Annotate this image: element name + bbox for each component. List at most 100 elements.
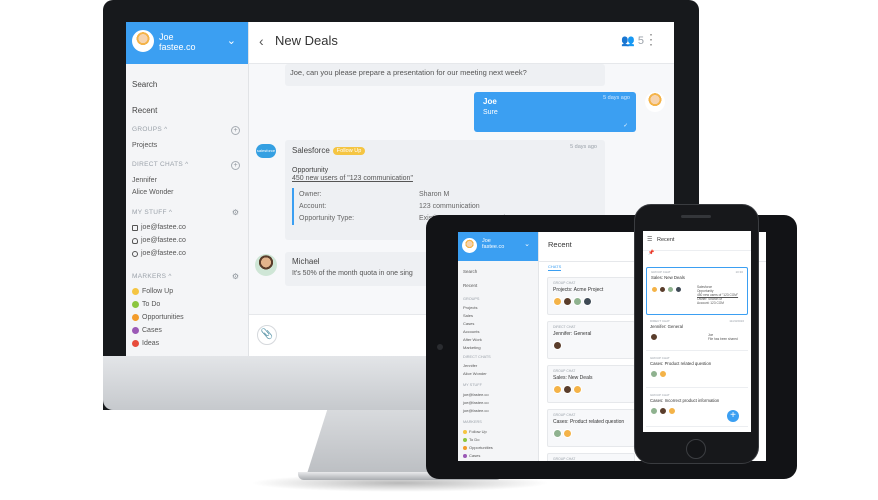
marker-dot-icon bbox=[132, 327, 139, 334]
menu-icon[interactable]: ☰ bbox=[647, 236, 652, 243]
attachment-icon[interactable]: 📎 bbox=[257, 325, 277, 345]
avatar bbox=[675, 286, 682, 293]
chat-time: 11/23/2016 bbox=[729, 319, 744, 323]
account-field: Account: 123 COM bbox=[697, 301, 724, 305]
tablet-user-header[interactable]: Joe fastee.co ⌄ bbox=[458, 232, 538, 261]
avatar bbox=[553, 429, 562, 438]
chat-type: GROUP CHAT bbox=[651, 270, 671, 274]
avatar bbox=[650, 370, 658, 378]
participant-avatars bbox=[650, 333, 658, 341]
sidebar-item-group[interactable]: Cases bbox=[463, 321, 474, 326]
apple-logo-icon bbox=[389, 366, 411, 392]
chat-type: GROUP CHAT bbox=[553, 457, 576, 461]
follow-up-badge[interactable]: Follow Up bbox=[332, 146, 366, 155]
chat-card[interactable]: GROUP CHAT Projects: Acme Project bbox=[547, 277, 635, 315]
avatar bbox=[563, 429, 572, 438]
opportunity-title: Opportunity bbox=[292, 167, 329, 174]
sidebar-item-email[interactable]: joe@fastee.co bbox=[463, 392, 489, 397]
sidebar-item-recent[interactable]: Recent bbox=[132, 106, 157, 115]
chat-card-selected[interactable]: GROUP CHAT 10:30 Sales: New Deals Salesf… bbox=[646, 267, 748, 315]
marker-to-do[interactable]: To Do bbox=[132, 301, 160, 308]
marker-ideas[interactable]: Ideas bbox=[132, 340, 159, 347]
participants-button[interactable]: 👥 5 bbox=[621, 34, 644, 47]
avatar bbox=[650, 407, 658, 415]
chevron-down-icon[interactable]: ⌄ bbox=[524, 240, 530, 248]
sidebar-item-contact[interactable]: Alice Wonder bbox=[132, 189, 174, 196]
marker-opportunities[interactable]: Opportunities bbox=[132, 314, 184, 321]
sidebar-item-contact[interactable]: Jennifer bbox=[463, 363, 477, 368]
salesforce-logo-icon: salesforce bbox=[256, 144, 276, 158]
chat-card[interactable]: GROUP CHAT bbox=[547, 453, 635, 461]
more-options-icon[interactable]: ⋮ bbox=[644, 32, 658, 46]
michael-avatar bbox=[255, 254, 277, 276]
field-label: Owner: bbox=[299, 191, 322, 198]
chat-card[interactable]: GROUP CHAT Cases: Product related questi… bbox=[547, 409, 635, 447]
chat-card[interactable]: GROUP CHAT Cases: Product related questi… bbox=[646, 354, 748, 388]
my-stuff-section-label: MY STUFF bbox=[132, 209, 167, 216]
sidebar-item-contact[interactable]: Jennifer bbox=[132, 177, 157, 184]
marker-follow-up[interactable]: Follow Up bbox=[463, 429, 487, 434]
tablet-sidebar: Joe fastee.co ⌄ Search Recent GROUPS Pro… bbox=[458, 232, 539, 461]
message-time: 5 days ago bbox=[603, 95, 630, 101]
sidebar-item-email[interactable]: joe@fastee.co bbox=[132, 237, 186, 244]
avatar bbox=[553, 385, 562, 394]
sidebar-item-email[interactable]: joe@fastee.co bbox=[463, 408, 489, 413]
home-button[interactable] bbox=[686, 439, 706, 459]
chat-type: GROUP CHAT bbox=[650, 393, 670, 397]
sidebar-item-group[interactable]: Marketing bbox=[463, 345, 481, 350]
chat-name: Sales: New Deals bbox=[553, 375, 593, 381]
back-arrow-icon[interactable]: ‹ bbox=[259, 33, 264, 49]
sidebar-item-projects[interactable]: Projects bbox=[132, 142, 157, 149]
sidebar-item-search[interactable]: Search bbox=[132, 80, 157, 89]
user-profile-header[interactable]: Joe fastee.co ⌄ bbox=[126, 22, 248, 64]
sidebar-item-search[interactable]: Search bbox=[463, 269, 477, 274]
chat-type: GROUP CHAT bbox=[553, 413, 576, 417]
marker-cases[interactable]: Cases bbox=[463, 453, 480, 458]
chat-card[interactable]: GROUP CHAT Sales: New Deals bbox=[547, 365, 635, 403]
chat-name: Jennifer: General bbox=[650, 324, 683, 329]
chevron-up-icon: ^ bbox=[168, 209, 173, 216]
message-sender: Michael bbox=[292, 257, 320, 266]
avatar bbox=[659, 407, 667, 415]
marker-opportunities[interactable]: Opportunities bbox=[463, 445, 493, 450]
checkmark-icon: ✓ bbox=[623, 123, 628, 129]
chat-title: New Deals bbox=[275, 33, 338, 48]
sidebar-item-email[interactable]: joe@fastee.co bbox=[132, 224, 186, 231]
pin-icon: 📌 bbox=[648, 250, 655, 256]
chevron-up-icon: ^ bbox=[168, 273, 172, 280]
add-direct-chat-icon[interactable]: + bbox=[231, 161, 240, 170]
sidebar-item-group[interactable]: Projects bbox=[463, 305, 477, 310]
marker-dot-icon bbox=[132, 301, 139, 308]
marker-to-do[interactable]: To Do bbox=[463, 437, 479, 442]
participant-avatars bbox=[651, 286, 682, 293]
avatar bbox=[573, 297, 582, 306]
field-accent-bar bbox=[292, 188, 294, 225]
new-chat-button[interactable]: + bbox=[727, 410, 739, 422]
sidebar-item-recent[interactable]: Recent bbox=[463, 283, 477, 288]
tab-chats[interactable]: CHATS bbox=[548, 264, 562, 271]
avatar bbox=[651, 286, 658, 293]
sidebar-item-email[interactable]: joe@fastee.co bbox=[463, 400, 489, 405]
gear-icon[interactable]: ⚙ bbox=[231, 273, 240, 282]
marker-cases[interactable]: Cases bbox=[132, 327, 162, 334]
chat-header: ‹ New Deals 👥 5 ⋮ bbox=[249, 22, 674, 64]
sidebar-item-group[interactable]: Sales bbox=[463, 313, 473, 318]
phone-app-window: ☰ Recent 📌 GROUP CHAT 10:30 Sales: New D… bbox=[643, 231, 751, 432]
sidebar-item-email[interactable]: joe@fastee.co bbox=[132, 250, 186, 257]
message-bubble: Joe, can you please prepare a presentati… bbox=[285, 64, 605, 86]
avatar bbox=[573, 385, 582, 394]
chat-card[interactable]: DIRECT CHAT 11/23/2016 Jennifer: General… bbox=[646, 317, 748, 351]
opportunity-link[interactable]: 450 new users of "123 communication" bbox=[292, 175, 413, 182]
participant-avatars bbox=[553, 429, 572, 438]
add-group-icon[interactable]: + bbox=[231, 126, 240, 135]
marker-follow-up[interactable]: Follow Up bbox=[132, 288, 173, 295]
sidebar-item-group[interactable]: After Work bbox=[463, 337, 482, 342]
avatar bbox=[563, 385, 572, 394]
chevron-down-icon[interactable]: ⌄ bbox=[227, 34, 236, 47]
chat-card[interactable]: DIRECT CHAT Jennifer: General bbox=[547, 321, 635, 359]
sidebar-item-contact[interactable]: Alice Wonder bbox=[463, 371, 487, 376]
avatar bbox=[659, 286, 666, 293]
gear-icon[interactable]: ⚙ bbox=[231, 209, 240, 218]
chat-type: DIRECT CHAT bbox=[650, 319, 670, 323]
sidebar-item-group[interactable]: Accounts bbox=[463, 329, 479, 334]
